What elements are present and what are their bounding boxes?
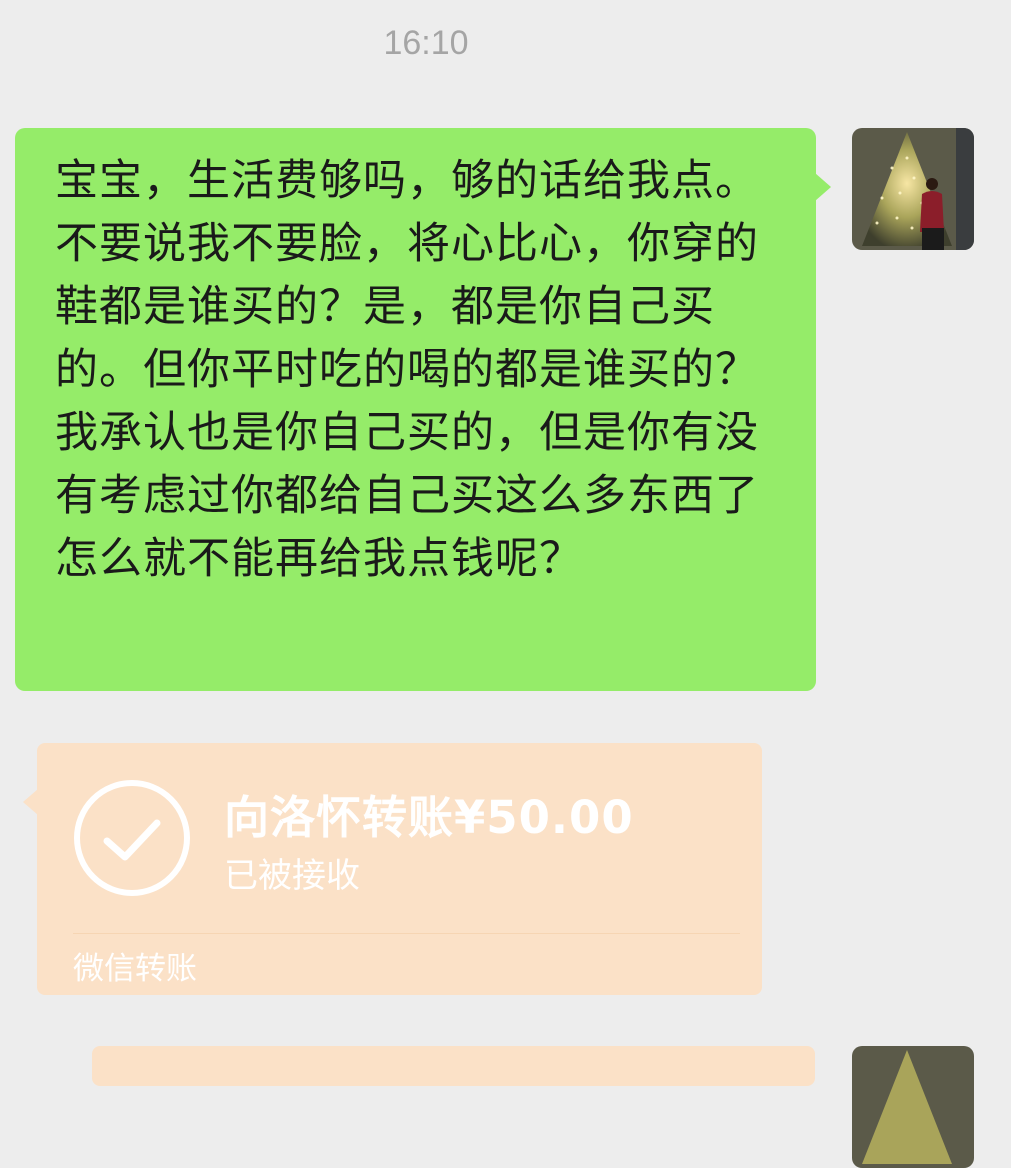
avatar-photo (852, 1046, 974, 1168)
transfer-card[interactable]: 向洛怀转账¥50.00 已被接收 微信转账 (23, 743, 762, 995)
avatar[interactable] (852, 1046, 974, 1168)
transfer-status: 已被接收 (224, 856, 360, 896)
avatar[interactable] (852, 128, 974, 250)
message-timestamp: 16:10 (383, 24, 469, 62)
avatar-photo (852, 128, 974, 250)
transfer-amount-title: 向洛怀转账¥50.00 (224, 791, 634, 844)
next-transfer-card[interactable] (92, 1046, 815, 1086)
sent-message-text: 宝宝，生活费够吗，够的话给我点。不要说我不要脸，将心比心，你穿的鞋都是谁买的？是… (55, 156, 759, 584)
transfer-source-label: 微信转账 (73, 951, 197, 987)
check-circle-icon (74, 780, 190, 896)
transfer-divider (73, 933, 740, 934)
sent-message-bubble[interactable]: 宝宝，生活费够吗，够的话给我点。不要说我不要脸，将心比心，你穿的鞋都是谁买的？是… (15, 128, 831, 691)
